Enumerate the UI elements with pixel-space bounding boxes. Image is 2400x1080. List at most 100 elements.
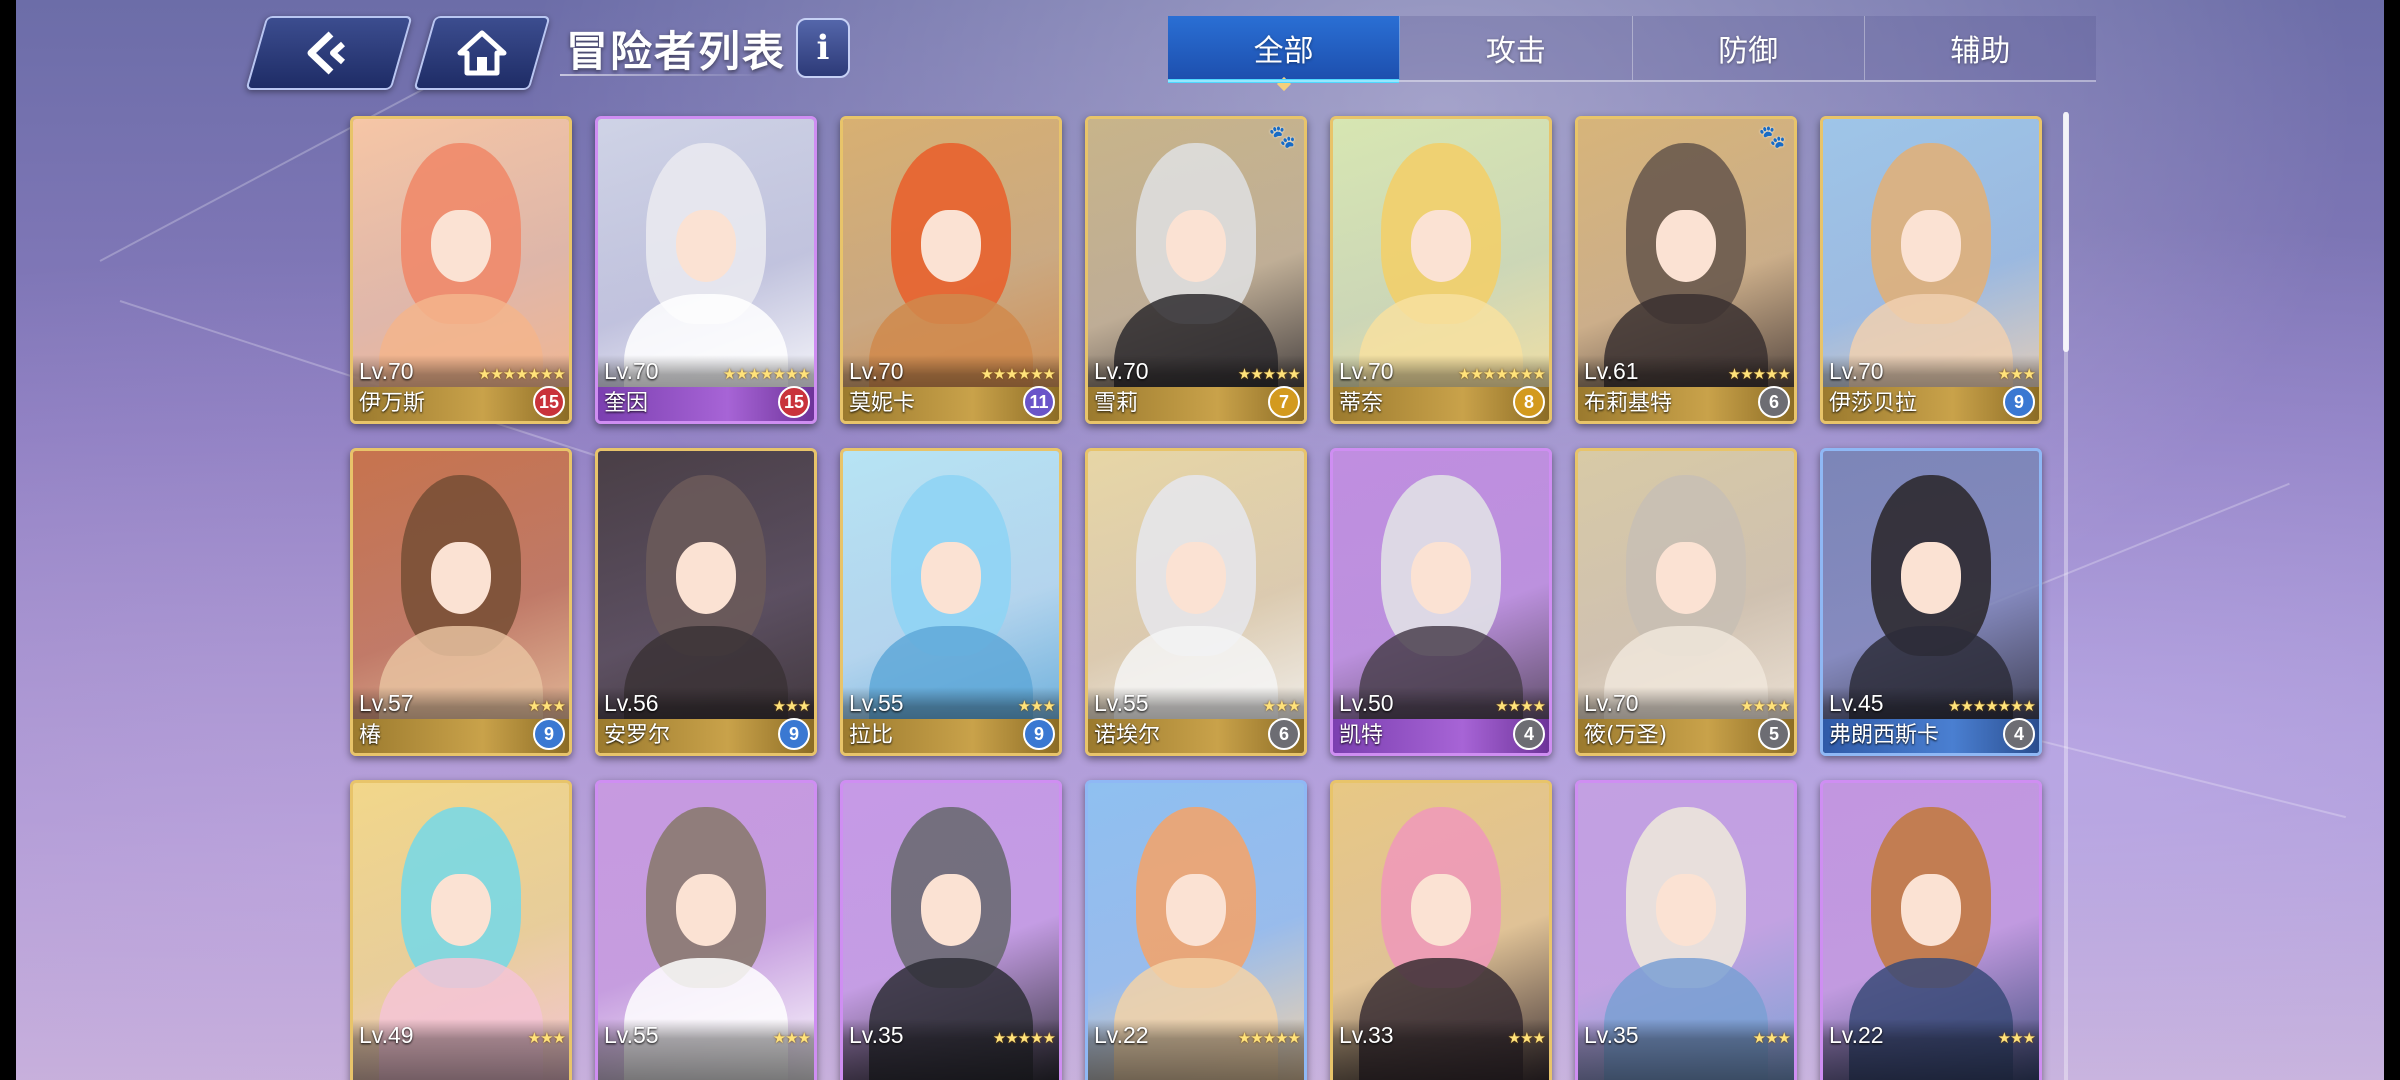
star-rating: ★★★★★★★ — [477, 365, 566, 383]
home-icon — [457, 30, 507, 76]
category-tabs: 全部 攻击 防御 辅助 — [1168, 16, 2096, 92]
rank-badge: 15 — [533, 386, 565, 418]
adventurer-list-screen: 冒险者列表 i 全部 攻击 防御 辅助 Lv.70 ★★★★★★★ 伊万斯 15 Lv.… — [0, 0, 2400, 1080]
page-title: 冒险者列表 — [566, 27, 787, 76]
adventurer-card[interactable]: Lv.22 ★★★ — [1820, 780, 2042, 1080]
info-icon: i — [816, 28, 830, 68]
adventurer-card[interactable]: Lv.33 ★★★ — [1330, 780, 1552, 1080]
adventurer-level: Lv.56 — [604, 690, 659, 716]
adventurer-level: Lv.35 — [1584, 1022, 1639, 1048]
adventurer-card[interactable]: Lv.70 ★★★★★★★ 伊万斯 15 — [350, 116, 572, 424]
adventurer-card[interactable]: Lv.35 ★★★★★ — [840, 780, 1062, 1080]
tabs-divider — [1168, 80, 2096, 82]
star-rating: ★★★★★ — [992, 1029, 1056, 1047]
rank-badge: 9 — [2003, 386, 2035, 418]
adventurer-name: 雪莉 — [1094, 391, 1139, 416]
adventurer-level: Lv.70 — [604, 358, 659, 384]
star-rating: ★★★ — [1507, 1029, 1546, 1047]
adventurer-card[interactable]: Lv.55 ★★★ — [595, 780, 817, 1080]
star-rating: ★★★ — [772, 1029, 811, 1047]
portrait-face — [1410, 873, 1472, 947]
star-rating: ★★★★★ — [1727, 365, 1791, 383]
adventurer-card[interactable]: Lv.35 ★★★ — [1575, 780, 1797, 1080]
star-rating: ★★★★ — [1495, 697, 1546, 715]
adventurer-level: Lv.22 — [1829, 1022, 1884, 1048]
adventurer-name: 奎因 — [604, 391, 649, 416]
rank-badge: 9 — [533, 718, 565, 750]
title-underline — [560, 74, 770, 76]
adventurer-level: Lv.49 — [359, 1022, 414, 1048]
star-rating: ★★★ — [772, 697, 811, 715]
portrait-face — [1165, 209, 1227, 283]
adventurer-level: Lv.70 — [1829, 358, 1884, 384]
adventurer-card[interactable]: Lv.70 ★★★★★★★ 奎因 15 — [595, 116, 817, 424]
portrait-face — [920, 209, 982, 283]
adventurer-level: Lv.70 — [1094, 358, 1149, 384]
star-rating: ★★★★★★ — [980, 365, 1056, 383]
tab-all[interactable]: 全部 — [1168, 16, 1401, 92]
adventurer-level: Lv.70 — [1339, 358, 1394, 384]
rank-badge: 4 — [2003, 718, 2035, 750]
adventurer-card[interactable]: Lv.22 ★★★★★ — [1085, 780, 1307, 1080]
portrait-face — [430, 209, 492, 283]
adventurer-level: Lv.61 — [1584, 358, 1639, 384]
tab-label: 全部 — [1253, 34, 1314, 69]
star-rating: ★★★ — [1017, 697, 1056, 715]
info-button[interactable]: i — [796, 18, 850, 78]
star-rating: ★★★★★★★ — [1947, 697, 2036, 715]
adventurer-card[interactable]: Lv.57 ★★★ 椿 9 — [350, 448, 572, 756]
adventurer-card[interactable]: Lv.55 ★★★ 拉比 9 — [840, 448, 1062, 756]
portrait-face — [675, 873, 737, 947]
back-button[interactable] — [245, 16, 413, 90]
adventurer-name: 伊万斯 — [359, 391, 426, 416]
tab-defense[interactable]: 防御 — [1632, 16, 1865, 80]
adventurer-card[interactable]: Lv.70 ★★★★★★★ 蒂奈 8 — [1330, 116, 1552, 424]
adventurer-name: 筱(万圣) — [1584, 723, 1668, 748]
tab-support[interactable]: 辅助 — [1864, 16, 2096, 80]
adventurer-name: 蒂奈 — [1339, 391, 1384, 416]
right-edge — [2384, 0, 2400, 1080]
adventurer-card[interactable]: Lv.49 ★★★ — [350, 780, 572, 1080]
scrollbar-thumb[interactable] — [2063, 112, 2069, 352]
adventurer-card[interactable]: Lv.56 ★★★ 安罗尔 9 — [595, 448, 817, 756]
portrait-face — [1655, 873, 1717, 947]
adventurer-name: 诺埃尔 — [1094, 723, 1161, 748]
adventurer-card[interactable]: Lv.70 ★★★ 伊莎贝拉 9 — [1820, 116, 2042, 424]
portrait-face — [1410, 209, 1472, 283]
star-rating: ★★★ — [1997, 1029, 2036, 1047]
portrait-face — [430, 873, 492, 947]
adventurer-level: Lv.50 — [1339, 690, 1394, 716]
portrait-face — [1410, 541, 1472, 615]
adventurer-name: 安罗尔 — [604, 723, 671, 748]
adventurer-card[interactable]: Lv.55 ★★★ 诺埃尔 6 — [1085, 448, 1307, 756]
adventurer-grid: Lv.70 ★★★★★★★ 伊万斯 15 Lv.70 ★★★★★★★ 奎因 15 Lv.70 ★★… — [350, 116, 2042, 1080]
adventurer-card[interactable]: 🐾 Lv.61 ★★★★★ 布莉基特 6 — [1575, 116, 1797, 424]
portrait-face — [1655, 541, 1717, 615]
adventurer-level: Lv.70 — [849, 358, 904, 384]
adventurer-card[interactable]: 🐾 Lv.70 ★★★★★ 雪莉 7 — [1085, 116, 1307, 424]
adventurer-name: 弗朗西斯卡 — [1829, 723, 1940, 748]
portrait-face — [675, 209, 737, 283]
rank-badge: 5 — [1758, 718, 1790, 750]
portrait-face — [920, 873, 982, 947]
star-rating: ★★★ — [1997, 365, 2036, 383]
portrait-face — [675, 541, 737, 615]
star-rating: ★★★★★ — [1237, 1029, 1301, 1047]
adventurer-name: 布莉基特 — [1584, 391, 1673, 416]
adventurer-card[interactable]: Lv.45 ★★★★★★★ 弗朗西斯卡 4 — [1820, 448, 2042, 756]
rank-badge: 9 — [1023, 718, 1055, 750]
adventurer-card[interactable]: Lv.50 ★★★★ 凯特 4 — [1330, 448, 1552, 756]
adventurer-card[interactable]: Lv.70 ★★★★★★ 莫妮卡 11 — [840, 116, 1062, 424]
paw-icon: 🐾 — [1268, 125, 1296, 150]
adventurer-card[interactable]: Lv.70 ★★★★ 筱(万圣) 5 — [1575, 448, 1797, 756]
star-rating: ★★★★ — [1740, 697, 1791, 715]
back-arrow-icon — [307, 31, 346, 75]
rank-badge: 6 — [1268, 718, 1300, 750]
rank-badge: 9 — [778, 718, 810, 750]
rank-badge: 7 — [1268, 386, 1300, 418]
tab-attack[interactable]: 攻击 — [1400, 16, 1633, 80]
adventurer-level: Lv.55 — [1094, 690, 1149, 716]
portrait-face — [1165, 873, 1227, 947]
home-button[interactable] — [413, 16, 551, 90]
star-rating: ★★★ — [527, 697, 566, 715]
